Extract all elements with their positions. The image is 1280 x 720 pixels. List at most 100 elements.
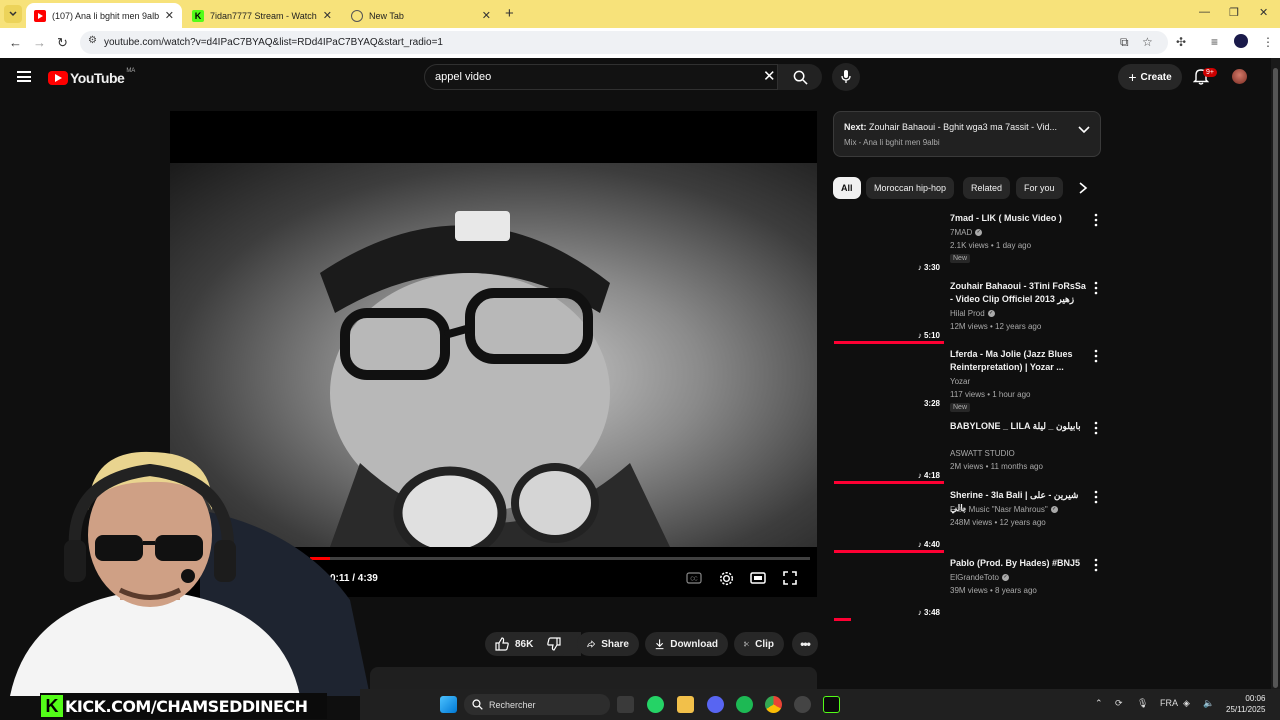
video-thumbnail[interactable]: 3:28 xyxy=(834,348,944,410)
close-tab-icon[interactable]: ✕ xyxy=(323,9,332,22)
whatsapp-icon[interactable] xyxy=(647,696,664,713)
taskbar-search[interactable]: Rechercher xyxy=(464,694,610,715)
sync-icon[interactable]: ⟳ xyxy=(1115,698,1123,709)
video-thumbnail[interactable]: ♪ 3:30 xyxy=(834,212,944,274)
chrome-icon[interactable] xyxy=(765,696,782,713)
windows-start-icon[interactable] xyxy=(440,696,457,713)
list-item[interactable]: 3:28 Lferda - Ma Jolie (Jazz Blues Reint… xyxy=(834,348,1104,414)
menu-icon[interactable] xyxy=(17,71,31,82)
channel-name[interactable]: 7MAD ✓ xyxy=(950,228,983,237)
back-icon[interactable]: ← xyxy=(9,35,22,50)
video-title[interactable]: Pablo (Prod. By Hades) #BNJ5 xyxy=(950,557,1088,570)
close-tab-icon[interactable]: ✕ xyxy=(482,9,491,22)
minimize-icon[interactable]: — xyxy=(1199,6,1210,18)
progress-bar[interactable] xyxy=(310,557,810,560)
channel-name[interactable]: ASWATT STUDIO xyxy=(950,449,1015,458)
share-button[interactable]: Share xyxy=(577,632,639,656)
more-vertical-icon[interactable] xyxy=(1092,281,1100,295)
voice-search-button[interactable] xyxy=(832,63,860,91)
theater-mode-button[interactable] xyxy=(749,570,767,586)
fullscreen-button[interactable] xyxy=(781,570,799,586)
video-thumbnail[interactable]: ♪ 3:48 xyxy=(834,557,944,621)
settings-button[interactable] xyxy=(717,570,735,586)
discord-icon[interactable] xyxy=(707,696,724,713)
language-indicator[interactable]: FRA xyxy=(1160,698,1178,708)
create-button[interactable]: + Create xyxy=(1118,64,1182,90)
spotify-icon[interactable] xyxy=(736,696,753,713)
list-item[interactable]: ♪ 5:10 Zouhair Bahaoui - 3Tini FoRsSa - … xyxy=(834,280,1104,346)
more-vertical-icon[interactable] xyxy=(1092,490,1100,504)
scrollbar-thumb[interactable] xyxy=(1273,68,1278,688)
search-input[interactable]: appel video xyxy=(424,64,778,90)
browser-tab[interactable]: K 7idan7777 Stream - Watch Live ✕ xyxy=(184,3,340,28)
reload-icon[interactable]: ↻ xyxy=(57,35,68,51)
list-item[interactable]: ♪ 4:40 Sherine - 3la Bali | شيرين - على … xyxy=(834,489,1104,555)
maximize-icon[interactable]: ❐ xyxy=(1229,6,1239,19)
more-vertical-icon[interactable] xyxy=(1092,421,1100,435)
chevron-down-icon[interactable] xyxy=(1078,126,1090,134)
new-tab-button[interactable]: + xyxy=(505,5,514,22)
video-thumbnail[interactable]: ♪ 5:10 xyxy=(834,280,944,344)
clock[interactable]: 00:06 25/11/2025 xyxy=(1226,693,1265,715)
up-next-panel[interactable]: Next: Zouhair Bahaoui - Bghit wga3 ma 7a… xyxy=(833,111,1101,157)
task-view-icon[interactable] xyxy=(617,696,634,713)
channel-name[interactable]: Yozar xyxy=(950,377,970,386)
install-app-icon[interactable]: ⧉ xyxy=(1120,35,1129,50)
browser-tab[interactable]: (107) Ana li bghit men 9albi - Y ✕ xyxy=(26,3,182,28)
chip-moroccan-hip-hop[interactable]: Moroccan hip-hop xyxy=(866,177,955,199)
extensions-icon[interactable]: ✣ xyxy=(1176,35,1186,49)
clip-button[interactable]: Clip xyxy=(734,632,784,656)
dislike-button[interactable] xyxy=(537,632,570,656)
more-vertical-icon[interactable] xyxy=(1092,558,1100,572)
video-title[interactable]: BABYLONE _ LILA بابيلون _ ليلة xyxy=(950,420,1088,433)
site-info-icon[interactable]: ⚙ xyxy=(88,35,97,46)
url-field[interactable]: youtube.com/watch?v=d4IPaC7BYAQ&list=RDd… xyxy=(80,31,1168,54)
mic-icon[interactable]: 🎙 xyxy=(1137,698,1148,709)
logo-text: YouTube xyxy=(70,70,125,86)
obs-icon[interactable] xyxy=(794,696,811,713)
more-vertical-icon[interactable] xyxy=(1092,213,1100,227)
video-title[interactable]: Zouhair Bahaoui - 3Tini FoRsSa - Video C… xyxy=(950,280,1088,306)
chip-related[interactable]: Related xyxy=(963,177,1011,199)
bookmark-star-icon[interactable]: ☆ xyxy=(1142,35,1153,49)
captions-button[interactable]: CC xyxy=(685,570,703,586)
kick-icon[interactable] xyxy=(823,696,840,713)
tab-search-button[interactable] xyxy=(4,5,22,23)
forward-icon[interactable]: → xyxy=(33,35,46,50)
more-vertical-icon[interactable] xyxy=(1092,349,1100,363)
description-box[interactable] xyxy=(370,667,817,689)
video-title[interactable]: 7mad - LIK ( Music Video ) xyxy=(950,212,1088,225)
more-actions-button[interactable]: ••• xyxy=(792,632,818,656)
page-scrollbar[interactable] xyxy=(1271,58,1280,720)
list-item[interactable]: ♪ 3:48 Pablo (Prod. By Hades) #BNJ5 ElGr… xyxy=(834,557,1104,623)
profile-icon[interactable] xyxy=(1234,34,1248,48)
channel-name[interactable]: Hilal Prod ✓ xyxy=(950,309,995,318)
watched-bar xyxy=(834,550,944,553)
chip-for-you[interactable]: For you xyxy=(1016,177,1063,199)
list-item[interactable]: ♪ 4:18 BABYLONE _ LILA بابيلون _ ليلة AS… xyxy=(834,420,1104,486)
chip-all[interactable]: All xyxy=(833,177,861,199)
menu-dots-icon[interactable]: ⋮ xyxy=(1262,35,1274,49)
file-explorer-icon[interactable] xyxy=(677,696,694,713)
channel-name[interactable]: Free Music "Nasr Mahrous" ✓ xyxy=(950,505,1058,514)
avatar[interactable] xyxy=(1232,69,1247,84)
channel-name[interactable]: ElGrandeToto ✓ xyxy=(950,573,1009,582)
browser-tab[interactable]: New Tab ✕ xyxy=(343,3,499,28)
duration-badge: 3:28 xyxy=(924,399,940,408)
video-thumbnail[interactable]: ♪ 4:40 xyxy=(834,489,944,553)
chevron-right-icon[interactable] xyxy=(1078,181,1088,195)
tray-chevron-icon[interactable]: ⌃ xyxy=(1095,698,1103,709)
video-thumbnail[interactable]: ♪ 4:18 xyxy=(834,420,944,484)
download-button[interactable]: Download xyxy=(645,632,728,656)
close-window-icon[interactable]: ✕ xyxy=(1259,6,1268,19)
media-control-icon[interactable]: ≡ xyxy=(1211,35,1218,49)
list-item[interactable]: ♪ 3:30 7mad - LIK ( Music Video ) 7MAD ✓ … xyxy=(834,212,1104,278)
network-icon[interactable]: ◈ xyxy=(1183,698,1190,709)
close-tab-icon[interactable]: ✕ xyxy=(165,9,174,22)
volume-icon[interactable]: 🔈 xyxy=(1203,698,1214,709)
video-title[interactable]: Lferda - Ma Jolie (Jazz Blues Reinterpre… xyxy=(950,348,1088,374)
clear-search-icon[interactable]: ✕ xyxy=(763,67,776,85)
search-button[interactable] xyxy=(778,64,822,90)
captions-icon: CC xyxy=(686,572,702,584)
youtube-logo[interactable]: YouTube MA xyxy=(48,68,135,86)
